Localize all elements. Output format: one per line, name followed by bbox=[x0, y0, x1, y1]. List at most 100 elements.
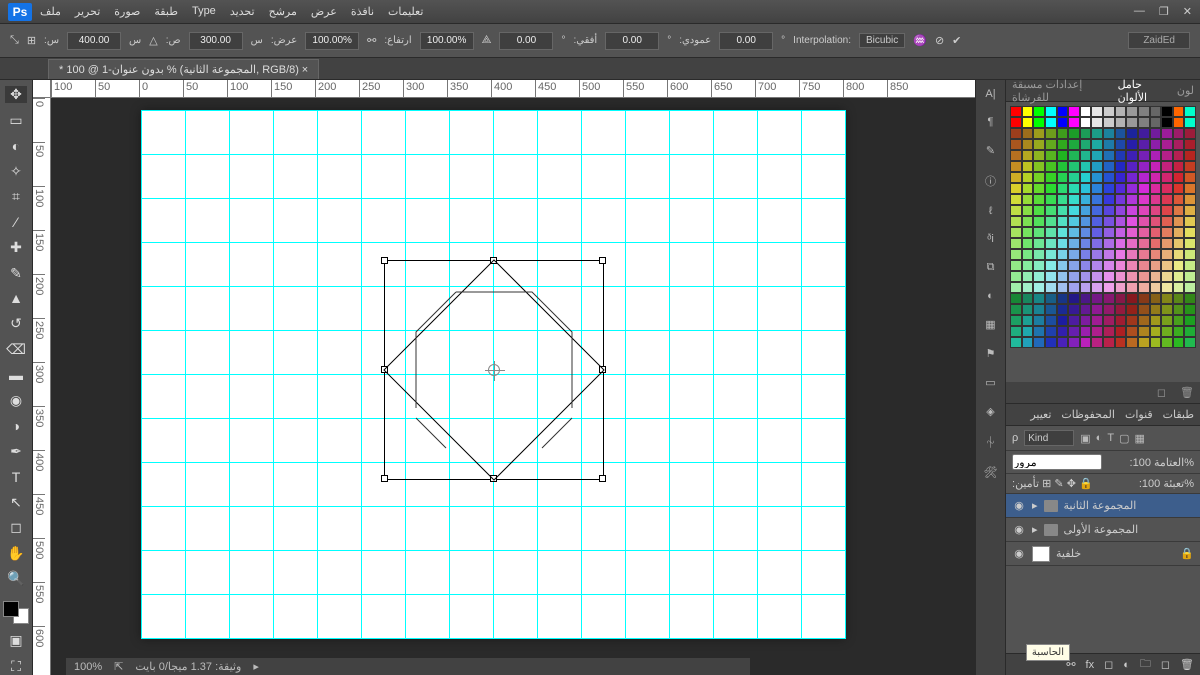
swatch[interactable] bbox=[1138, 216, 1150, 227]
export-icon[interactable]: ⇱ bbox=[114, 660, 123, 673]
workspace-select[interactable]: ZaidEd bbox=[1128, 32, 1190, 49]
swatch[interactable] bbox=[1010, 227, 1022, 238]
blur-tool[interactable]: ◉ bbox=[5, 392, 27, 409]
lasso-tool[interactable]: ◐ bbox=[5, 137, 27, 154]
screenmode-icon[interactable]: ⛶ bbox=[5, 658, 27, 675]
swatch[interactable] bbox=[1010, 238, 1022, 249]
swatch[interactable] bbox=[1115, 172, 1127, 183]
swatch[interactable] bbox=[1080, 249, 1092, 260]
width-input[interactable] bbox=[67, 32, 121, 50]
swatch[interactable] bbox=[1022, 150, 1034, 161]
swatch[interactable] bbox=[1068, 238, 1080, 249]
swatch[interactable] bbox=[1150, 227, 1162, 238]
swatch[interactable] bbox=[1045, 172, 1057, 183]
swatch[interactable] bbox=[1161, 183, 1173, 194]
zoom-tool[interactable]: 🔍 bbox=[5, 570, 27, 587]
swatch[interactable] bbox=[1173, 315, 1185, 326]
swatch[interactable] bbox=[1080, 106, 1092, 117]
swatch[interactable] bbox=[1138, 194, 1150, 205]
swatch[interactable] bbox=[1138, 128, 1150, 139]
menu-help[interactable]: تعليمات bbox=[388, 5, 423, 18]
ruler-vertical[interactable]: 050100150200250300350400450500550600 bbox=[33, 98, 51, 675]
swatch[interactable] bbox=[1161, 337, 1173, 348]
swatch[interactable] bbox=[1138, 150, 1150, 161]
minimize-icon[interactable]: — bbox=[1134, 5, 1145, 18]
expand-icon[interactable]: ▸ bbox=[1032, 499, 1038, 512]
swatch[interactable] bbox=[1173, 227, 1185, 238]
swatch[interactable] bbox=[1068, 326, 1080, 337]
interpolation-select[interactable]: Bicubic bbox=[859, 33, 905, 48]
swatch[interactable] bbox=[1115, 260, 1127, 271]
swatch[interactable] bbox=[1103, 161, 1115, 172]
swatch[interactable] bbox=[1091, 315, 1103, 326]
swatch[interactable] bbox=[1115, 150, 1127, 161]
swatch[interactable] bbox=[1115, 139, 1127, 150]
swatch[interactable] bbox=[1080, 172, 1092, 183]
layer-row[interactable]: ◉▸المجموعة الثانية bbox=[1006, 494, 1200, 518]
info-panel-icon[interactable]: ⓘ bbox=[985, 173, 996, 189]
swatch[interactable] bbox=[1045, 238, 1057, 249]
swatch[interactable] bbox=[1033, 238, 1045, 249]
swatch[interactable] bbox=[1138, 249, 1150, 260]
swatch[interactable] bbox=[1033, 304, 1045, 315]
swatch[interactable] bbox=[1045, 117, 1057, 128]
swatch[interactable] bbox=[1022, 293, 1034, 304]
swatch[interactable] bbox=[1068, 260, 1080, 271]
swatch[interactable] bbox=[1022, 337, 1034, 348]
swatch[interactable] bbox=[1173, 271, 1185, 282]
swatch[interactable] bbox=[1057, 161, 1069, 172]
swatch[interactable] bbox=[1010, 293, 1022, 304]
swatch[interactable] bbox=[1033, 205, 1045, 216]
swatch[interactable] bbox=[1091, 194, 1103, 205]
properties-panel-icon[interactable]: ▭ bbox=[985, 376, 995, 389]
crop-tool[interactable]: ⌗ bbox=[5, 188, 27, 205]
swatch[interactable] bbox=[1022, 271, 1034, 282]
swatch[interactable] bbox=[1033, 227, 1045, 238]
swatch[interactable] bbox=[1033, 326, 1045, 337]
swatch[interactable] bbox=[1103, 117, 1115, 128]
swatch[interactable] bbox=[1150, 161, 1162, 172]
swatch[interactable] bbox=[1103, 227, 1115, 238]
swatch[interactable] bbox=[1184, 293, 1196, 304]
swatch[interactable] bbox=[1126, 227, 1138, 238]
swatch[interactable] bbox=[1161, 227, 1173, 238]
swatch[interactable] bbox=[1010, 106, 1022, 117]
swatch[interactable] bbox=[1033, 271, 1045, 282]
tab-channels[interactable]: قنوات bbox=[1125, 408, 1153, 421]
swatch[interactable] bbox=[1045, 293, 1057, 304]
swatch[interactable] bbox=[1184, 315, 1196, 326]
layer-name[interactable]: خلفية bbox=[1056, 547, 1081, 560]
swatch[interactable] bbox=[1184, 139, 1196, 150]
swatch[interactable] bbox=[1115, 106, 1127, 117]
swatch[interactable] bbox=[1161, 271, 1173, 282]
swatch[interactable] bbox=[1091, 271, 1103, 282]
brush-panel-icon[interactable]: ℓ bbox=[989, 205, 993, 217]
height-input[interactable] bbox=[189, 32, 243, 50]
swatch[interactable] bbox=[1173, 150, 1185, 161]
group-icon[interactable]: 🗀 bbox=[1140, 655, 1151, 674]
visibility-icon[interactable]: ◉ bbox=[1012, 547, 1026, 560]
skewv-input[interactable] bbox=[719, 32, 773, 50]
swatch[interactable] bbox=[1103, 315, 1115, 326]
quickmask-icon[interactable]: ▣ bbox=[5, 632, 27, 649]
glyph-panel-icon[interactable]: ✎ bbox=[986, 144, 995, 157]
swatch[interactable] bbox=[1126, 194, 1138, 205]
swatch[interactable] bbox=[1150, 150, 1162, 161]
swatch[interactable] bbox=[1126, 183, 1138, 194]
swatch[interactable] bbox=[1091, 216, 1103, 227]
visibility-icon[interactable]: ◉ bbox=[1012, 523, 1026, 536]
swatch[interactable] bbox=[1161, 249, 1173, 260]
swatch[interactable] bbox=[1138, 304, 1150, 315]
swatch[interactable] bbox=[1184, 161, 1196, 172]
swatch[interactable] bbox=[1138, 183, 1150, 194]
swatch[interactable] bbox=[1045, 260, 1057, 271]
adjustments-panel-icon[interactable]: ◐ bbox=[987, 290, 994, 302]
swatch[interactable] bbox=[1126, 205, 1138, 216]
document-canvas[interactable] bbox=[141, 110, 845, 639]
swatch[interactable] bbox=[1068, 249, 1080, 260]
swatch[interactable] bbox=[1126, 161, 1138, 172]
swatch[interactable] bbox=[1033, 128, 1045, 139]
swatch[interactable] bbox=[1184, 205, 1196, 216]
swatch[interactable] bbox=[1068, 216, 1080, 227]
swatch[interactable] bbox=[1138, 117, 1150, 128]
